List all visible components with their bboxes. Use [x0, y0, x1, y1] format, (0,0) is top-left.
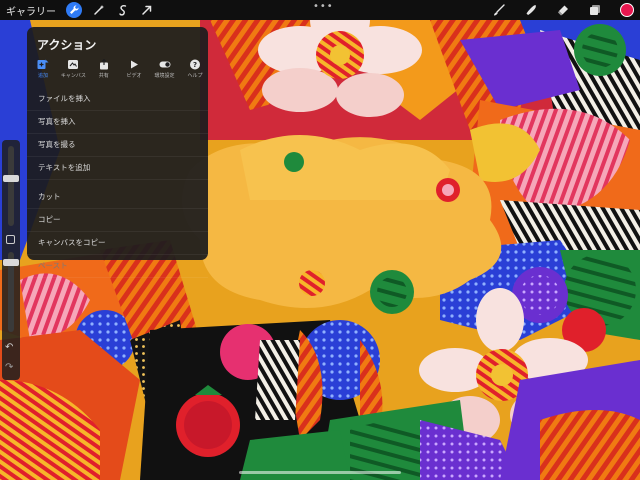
video-icon [131, 60, 139, 69]
home-indicator[interactable] [239, 471, 401, 474]
cut-item[interactable]: カット [27, 186, 208, 209]
layers-icon [590, 5, 600, 15]
modify-button[interactable] [6, 235, 15, 244]
selection-icon [119, 4, 127, 16]
svg-text:?: ? [193, 61, 197, 69]
add-icon [37, 59, 49, 69]
opacity-slider-thumb[interactable] [3, 259, 19, 266]
tab-add[interactable]: 追加 [31, 59, 55, 81]
tab-video[interactable]: ビデオ [122, 59, 146, 81]
transform-arrow-icon [142, 5, 152, 15]
tab-label: ビデオ [126, 73, 142, 79]
tab-label: 共有 [98, 73, 109, 79]
actions-tabs: 追加 キャンバス 共有 ビデオ 環境設定 ? ヘルプ [31, 59, 207, 81]
redo-icon[interactable]: ↷ [5, 362, 13, 373]
paste-item: ペースト [27, 255, 208, 278]
panel-title: アクション [37, 38, 97, 52]
add-text-item[interactable]: テキストを追加 [27, 157, 208, 180]
copy-canvas-item[interactable]: キャンバスをコピー [27, 232, 208, 255]
actions-button[interactable] [66, 2, 82, 18]
canvas-icon [68, 60, 79, 69]
help-icon: ? [189, 59, 200, 70]
eraser-button[interactable] [556, 2, 570, 18]
wrench-icon [70, 5, 79, 14]
actions-menu: ファイルを挿入 写真を挿入 写真を撮る テキストを追加 カット コピー キャンバ… [27, 88, 208, 278]
color-button[interactable] [620, 2, 634, 18]
toggle-icon [159, 61, 171, 68]
tab-share[interactable]: 共有 [92, 59, 116, 81]
eraser-icon [558, 5, 568, 16]
actions-panel: アクション 追加 キャンバス 共有 ビデオ 環境設定 ? ヘルプ ファイルを挿入… [27, 27, 208, 278]
left-sidebar: ↶ ↷ [2, 140, 20, 380]
brush-icon [494, 4, 505, 16]
brush-button[interactable] [492, 2, 506, 18]
brush-size-slider-thumb[interactable] [3, 175, 19, 182]
top-toolbar: ギャラリー ••• [0, 0, 640, 20]
adjustments-button[interactable] [92, 2, 106, 18]
tab-label: 追加 [37, 73, 48, 79]
share-icon [99, 59, 108, 70]
transform-button[interactable] [140, 2, 154, 18]
insert-photo-item[interactable]: 写真を挿入 [27, 111, 208, 134]
undo-icon[interactable]: ↶ [5, 342, 13, 353]
gallery-button[interactable]: ギャラリー [6, 2, 56, 18]
tab-preferences[interactable]: 環境設定 [153, 59, 177, 81]
tab-label: ヘルプ [187, 73, 203, 79]
tab-label: 環境設定 [154, 73, 175, 79]
insert-file-item[interactable]: ファイルを挿入 [27, 88, 208, 111]
tab-help[interactable]: ? ヘルプ [183, 59, 207, 81]
layers-button[interactable] [588, 2, 602, 18]
magic-wand-icon [94, 5, 104, 15]
more-options-handle[interactable]: ••• [313, 1, 334, 12]
take-photo-item[interactable]: 写真を撮る [27, 134, 208, 157]
tab-canvas[interactable]: キャンバス [60, 59, 86, 81]
brush-size-slider-track[interactable] [8, 146, 14, 226]
copy-item[interactable]: コピー [27, 209, 208, 232]
selection-button[interactable] [116, 2, 130, 18]
smudge-icon [526, 5, 536, 15]
smudge-button[interactable] [524, 2, 538, 18]
current-color-swatch[interactable] [620, 3, 634, 17]
tab-label: キャンバス [60, 73, 86, 79]
